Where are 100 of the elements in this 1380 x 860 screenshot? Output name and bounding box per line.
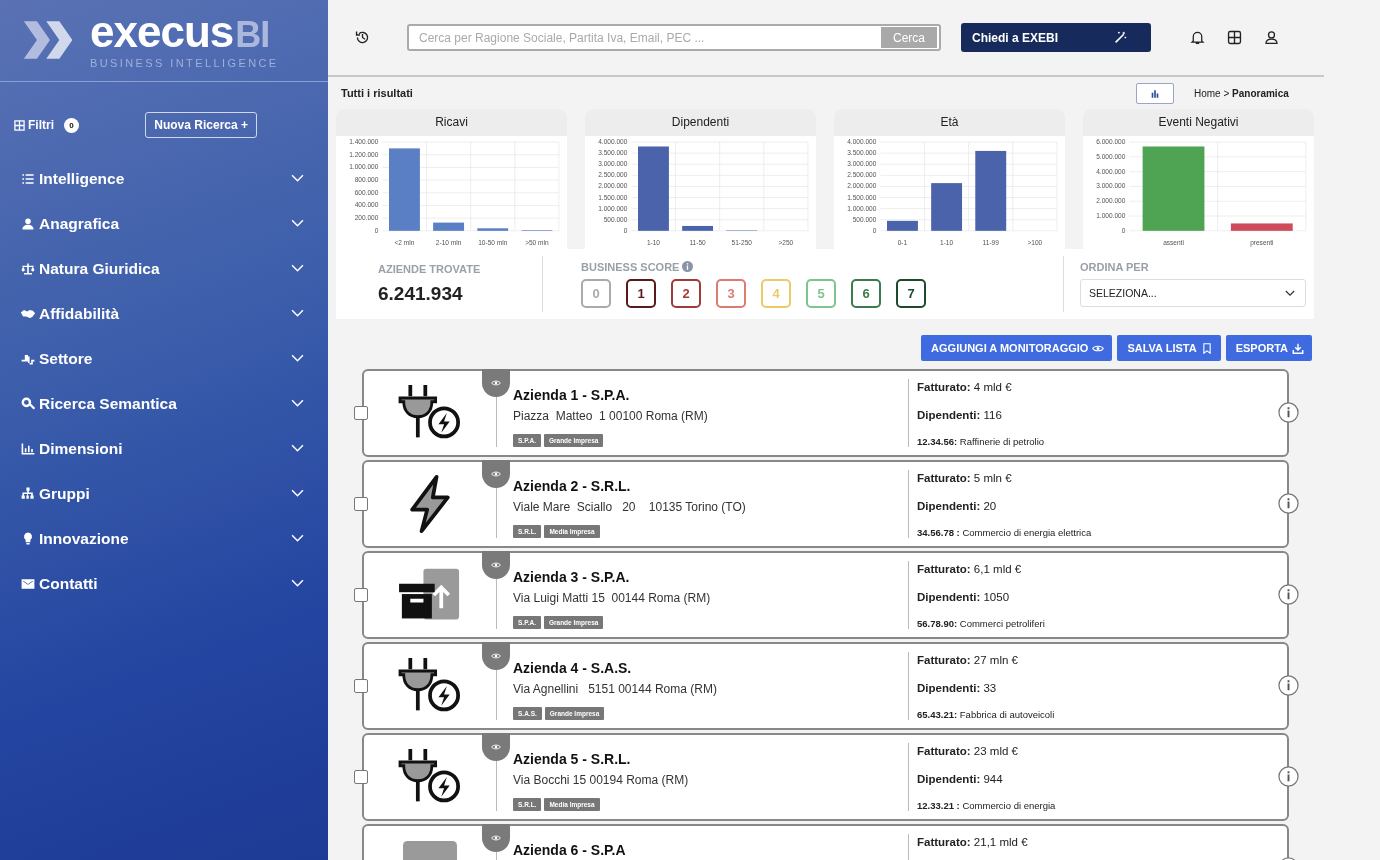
eye-icon [491, 470, 501, 478]
action-button[interactable]: ESPORTA [1225, 335, 1312, 361]
category-icon [20, 260, 36, 277]
info-icon [682, 261, 694, 272]
company-name[interactable]: Azienda 3 - S.P.A. [513, 569, 630, 585]
revenue-text: Fatturato: 6,1 mld € [917, 563, 1023, 575]
sector-code-text: 65.43.21: Fabbrica di autoveicoli [917, 709, 1056, 720]
view-tab[interactable] [482, 369, 510, 397]
sidebar-menu-item[interactable]: Natura Giuridica [0, 246, 328, 291]
company-name[interactable]: Azienda 1 - S.P.A. [513, 387, 630, 403]
sector-code-text: 34.56.78 : Commercio di energia elettrica [917, 527, 1093, 538]
sidebar-menu-item[interactable]: Settore [0, 336, 328, 381]
eye-icon [491, 379, 501, 387]
info-icon[interactable] [1278, 402, 1299, 423]
sector-code-text: 56.78.90: Commerci petroliferi [917, 618, 1046, 629]
info-icon[interactable] [1278, 493, 1299, 514]
employees-text: Dipendenti: 116 [917, 408, 1003, 421]
company-card[interactable]: Azienda 6 - S.P.A Fatturato: 21,1 mld € [362, 824, 1289, 860]
info-icon[interactable] [1278, 766, 1299, 787]
sidebar-menu-item[interactable]: Affidabilità [0, 291, 328, 336]
company-name[interactable]: Azienda 6 - S.P.A [513, 842, 626, 858]
info-icon[interactable] [1278, 584, 1299, 605]
score-filter-button[interactable]: 1 [626, 278, 656, 308]
view-tab[interactable] [482, 460, 510, 488]
filter-count-badge: 0 [64, 117, 79, 133]
bookmark-icon [1200, 342, 1213, 354]
sidebar-menu-item[interactable]: Innovazione [0, 516, 328, 561]
row-checkbox[interactable] [354, 679, 368, 693]
company-address: Piazza Matteo 1 00100 Roma (RM) [513, 409, 708, 423]
company-address: Viale Mare Sciallo 20 10135 Torino (TO) [513, 500, 746, 514]
employees-text: Dipendenti: 1050 [917, 590, 1011, 603]
action-button[interactable]: SALVA LISTA [1117, 335, 1221, 361]
sidebar-menu-item[interactable]: Contatti [0, 561, 328, 606]
breadcrumb: Home > Panoramica [1194, 87, 1290, 99]
category-icon [20, 485, 36, 502]
chart-title: Ricavi [336, 109, 567, 136]
chart-view-button[interactable] [1136, 82, 1174, 104]
chevron-icon [1285, 289, 1295, 297]
employees-text: Dipendenti: 944 [917, 772, 1004, 785]
revenue-text: Fatturato: 4 mld € [917, 381, 1013, 393]
row-checkbox[interactable] [354, 406, 368, 420]
companies-found-count: 6.241.934 [378, 283, 464, 305]
company-address: Via Bocchi 15 00194 Roma (RM) [513, 773, 689, 787]
row-checkbox[interactable] [354, 770, 368, 784]
chart-title: Età [834, 109, 1065, 136]
filters-label: Filtri [28, 118, 54, 132]
view-tab[interactable] [482, 733, 510, 761]
chart-title: Dipendenti [585, 109, 816, 136]
eye-icon [491, 652, 501, 660]
score-filter-button[interactable]: 2 [671, 278, 701, 308]
companies-found-label: AZIENDE TROVATE [378, 263, 482, 275]
business-score-label: BUSINESS SCORE [581, 260, 680, 273]
view-tab[interactable] [482, 824, 510, 852]
grid-icon[interactable] [1226, 29, 1243, 46]
revenue-text: Fatturato: 23 mld € [917, 745, 1019, 757]
company-name[interactable]: Azienda 4 - S.A.S. [513, 660, 632, 676]
sector-code-text: 12.34.56: Raffinerie di petrolio [917, 436, 1046, 447]
employees-text: Dipendenti: 33 [917, 681, 998, 694]
score-filter-button[interactable]: 6 [851, 278, 881, 308]
row-checkbox[interactable] [354, 497, 368, 511]
sidebar-menu-item[interactable]: Dimensioni [0, 426, 328, 471]
sort-dropdown[interactable]: SELEZIONA... [1080, 279, 1306, 307]
chart-title: Eventi Negativi [1083, 109, 1314, 136]
row-checkbox[interactable] [354, 588, 368, 602]
sidebar-menu-item[interactable]: Ricerca Semantica [0, 381, 328, 426]
view-tab[interactable] [482, 642, 510, 670]
download-icon [1292, 342, 1304, 354]
company-name[interactable]: Azienda 2 - S.R.L. [513, 478, 631, 494]
action-button[interactable]: AGGIUNGI A MONITORAGGIO [921, 335, 1113, 361]
sector-code-text: 12.33.21 : Commercio di energia [917, 800, 1057, 811]
history-icon[interactable] [354, 29, 371, 46]
brand-logo: execusBI [90, 10, 271, 57]
revenue-text: Fatturato: 5 mln € [917, 472, 1013, 484]
eye-icon [491, 561, 501, 569]
sidebar-menu-item[interactable]: Intelligence [0, 156, 328, 201]
view-tab[interactable] [482, 551, 510, 579]
score-filter-button[interactable]: 7 [896, 278, 926, 308]
ask-assistant-button[interactable]: Chiedi a EXEBI [961, 23, 1151, 52]
eye-icon [491, 834, 501, 842]
category-icon [20, 395, 36, 412]
company-address: Via Agnellini 5151 00144 Roma (RM) [513, 682, 717, 696]
user-icon[interactable] [1263, 29, 1280, 46]
info-icon[interactable] [1278, 675, 1299, 696]
eye-icon [491, 743, 501, 751]
notification-bell-icon[interactable] [1189, 29, 1206, 46]
results-title: Tutti i risultati [341, 87, 413, 99]
revenue-text: Fatturato: 27 mln € [917, 654, 1019, 666]
category-icon [20, 215, 36, 232]
new-search-button[interactable]: Nuova Ricerca + [145, 112, 257, 138]
company-name[interactable]: Azienda 5 - S.R.L. [513, 751, 631, 767]
sort-label: ORDINA PER [1080, 261, 1150, 273]
company-address: Via Luigi Matti 15 00144 Roma (RM) [513, 591, 711, 605]
bar-chart-icon [1150, 88, 1160, 98]
category-icon [20, 440, 36, 457]
employees-text: Dipendenti: 20 [917, 499, 998, 512]
revenue-text: Fatturato: 21,1 mld € [917, 836, 1029, 848]
magic-wand-icon [1114, 31, 1127, 44]
sidebar-menu-item[interactable]: Gruppi [0, 471, 328, 516]
sidebar-menu-item[interactable]: Anagrafica [0, 201, 328, 246]
brand-tagline: BUSINESS INTELLIGENCE [90, 57, 279, 69]
